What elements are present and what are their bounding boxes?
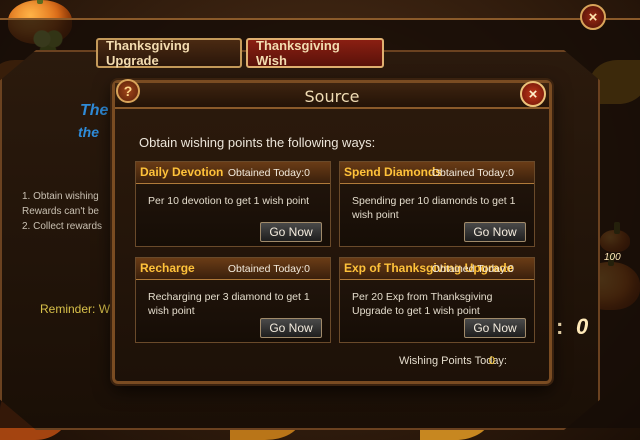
card-description: Per 20 Exp from Thanksgiving Upgrade to … [352,291,493,317]
card-obtained: Obtained Today:0 [431,167,514,179]
go-now-button[interactable]: Go Now [260,222,322,242]
intro-text: Obtain wishing points the following ways… [139,135,376,150]
card-description: Spending per 10 diamonds to get 1 wish p… [352,195,516,221]
card-description: Recharging per 3 diamond to get 1 wish p… [148,291,310,317]
reminder-text: Reminder: W [40,302,111,316]
counter-value: 0 [576,314,589,339]
rule-line: 1. Obtain wishing [22,191,99,202]
card-description: Per 10 devotion to get 1 wish point [148,195,310,207]
close-icon: × [528,85,538,103]
card-obtained: Obtained Today:0 [227,263,310,275]
dialog-title: Source [304,87,360,106]
card-header: Daily Devotion Obtained Today:0 [136,162,330,184]
wish-points-value: 0 [488,355,495,367]
rule-line: 2. Collect rewards [22,221,103,232]
tab-thanksgiving-upgrade[interactable]: Thanksgiving Upgrade [96,38,242,68]
card-obtained: Obtained Today:0 [431,263,514,275]
source-card-spend-diamonds: Spend Diamonds Obtained Today:0 Spending… [339,161,535,247]
source-card-daily-devotion: Daily Devotion Obtained Today:0 Per 10 d… [135,161,331,247]
card-header: Recharge Obtained Today:0 [136,258,330,280]
card-title: Daily Devotion [140,165,224,179]
tab-label: Thanksgiving Wish [256,38,340,68]
source-card-recharge: Recharge Obtained Today:0 Recharging per… [135,257,331,343]
dialog-header: Source [115,83,549,109]
mini-counter: 100 [604,252,621,263]
card-header: Spend Diamonds Obtained Today:0 [340,162,534,184]
rule-line: Rewards can't be [22,206,99,217]
source-dialog: Source ? × Obtain wishing points the fol… [112,79,552,384]
go-now-button[interactable]: Go Now [464,222,526,242]
close-button[interactable]: × [520,81,546,107]
tab-label: Thanksgiving Upgrade [106,38,190,68]
card-title: Recharge [140,261,195,275]
counter-colon: : [556,314,564,339]
back-close-button[interactable]: × [580,4,606,30]
background-heading: the [78,124,99,140]
go-now-button[interactable]: Go Now [260,318,322,338]
go-now-button[interactable]: Go Now [464,318,526,338]
card-header: Exp of Thanksgiving Upgrade Obtained Tod… [340,258,534,280]
close-icon: × [588,8,598,26]
source-card-exp-upgrade: Exp of Thanksgiving Upgrade Obtained Tod… [339,257,535,343]
tab-thanksgiving-wish[interactable]: Thanksgiving Wish [246,38,384,68]
help-icon: ? [123,83,133,99]
background-heading: The [80,102,109,119]
help-button[interactable]: ? [116,79,140,103]
card-obtained: Obtained Today:0 [227,167,310,179]
card-title: Spend Diamonds [344,165,443,179]
